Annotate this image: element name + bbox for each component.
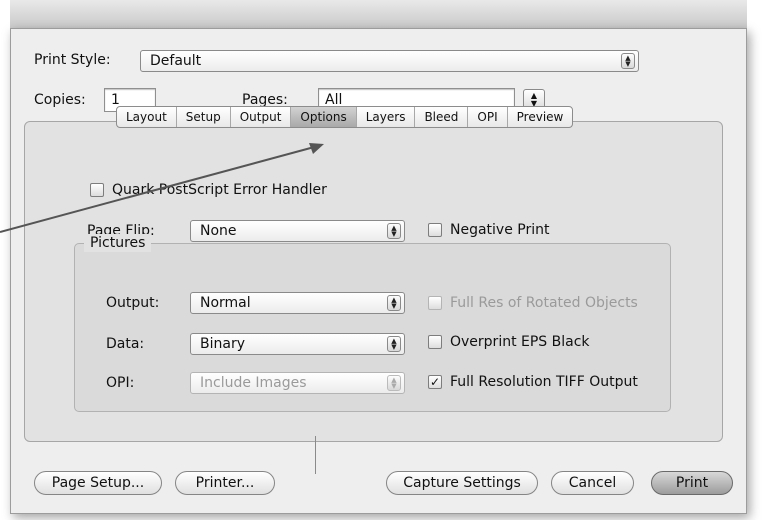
tab-bleed[interactable]: Bleed [415, 107, 469, 127]
checkbox-box [428, 296, 442, 310]
pictures-group-title: Pictures [84, 234, 152, 252]
negative-print-checkbox[interactable]: Negative Print [428, 221, 549, 239]
data-popup[interactable]: Binary ▲ ▼ [190, 333, 405, 355]
error-handler-label: Quark PostScript Error Handler [112, 182, 327, 198]
output-value: Normal [200, 295, 251, 311]
output-popup[interactable]: Normal ▲ ▼ [190, 292, 405, 314]
popup-arrows-icon: ▲ ▼ [387, 375, 401, 391]
data-label: Data: [106, 336, 145, 352]
tab-preview[interactable]: Preview [508, 107, 573, 127]
overprint-eps-label: Overprint EPS Black [450, 334, 590, 350]
print-style-popup[interactable]: Default ▲ ▼ [140, 50, 639, 72]
popup-arrows-icon: ▲ ▼ [387, 336, 401, 352]
copies-label: Copies: [34, 92, 86, 108]
capture-settings-button[interactable]: Capture Settings [386, 471, 538, 495]
full-res-rotated-label: Full Res of Rotated Objects [450, 295, 638, 311]
data-value: Binary [200, 336, 245, 352]
tab-layout[interactable]: Layout [117, 107, 177, 127]
page-flip-value: None [200, 223, 237, 239]
output-label: Output: [106, 295, 160, 311]
opi-label: OPI: [106, 375, 135, 391]
tab-output[interactable]: Output [231, 107, 292, 127]
overprint-eps-checkbox[interactable]: Overprint EPS Black [428, 333, 590, 351]
full-res-tiff-label: Full Resolution TIFF Output [450, 374, 638, 390]
popup-arrows-icon: ▲ ▼ [387, 223, 401, 239]
checkbox-box [428, 335, 442, 349]
print-button[interactable]: Print [651, 471, 733, 495]
tab-layers[interactable]: Layers [357, 107, 416, 127]
error-handler-checkbox[interactable]: Quark PostScript Error Handler [90, 181, 327, 199]
popup-arrows-icon: ▲ ▼ [387, 295, 401, 311]
tab-options[interactable]: Options [291, 107, 357, 127]
popup-arrows-icon: ▲ ▼ [621, 53, 635, 69]
tab-bar: Layout Setup Output Options Layers Bleed… [116, 106, 574, 128]
checkbox-box [90, 183, 104, 197]
window-titlebar [10, 0, 747, 29]
button-divider [315, 436, 316, 474]
checkmark-icon: ✓ [429, 375, 441, 389]
checkbox-box: ✓ [428, 375, 442, 389]
checkbox-box [428, 223, 442, 237]
page-flip-popup[interactable]: None ▲ ▼ [190, 220, 405, 242]
opi-popup[interactable]: Include Images ▲ ▼ [190, 372, 405, 394]
print-style-label: Print Style: [34, 52, 111, 68]
full-res-tiff-checkbox[interactable]: ✓ Full Resolution TIFF Output [428, 373, 638, 391]
cancel-button[interactable]: Cancel [551, 471, 634, 495]
printer-button[interactable]: Printer... [175, 471, 275, 495]
negative-print-label: Negative Print [450, 222, 550, 238]
tab-opi[interactable]: OPI [468, 107, 508, 127]
tab-setup[interactable]: Setup [177, 107, 231, 127]
page-setup-button[interactable]: Page Setup... [34, 471, 162, 495]
opi-value: Include Images [200, 375, 307, 391]
full-res-rotated-checkbox[interactable]: Full Res of Rotated Objects [428, 294, 638, 312]
print-style-value: Default [150, 53, 202, 69]
